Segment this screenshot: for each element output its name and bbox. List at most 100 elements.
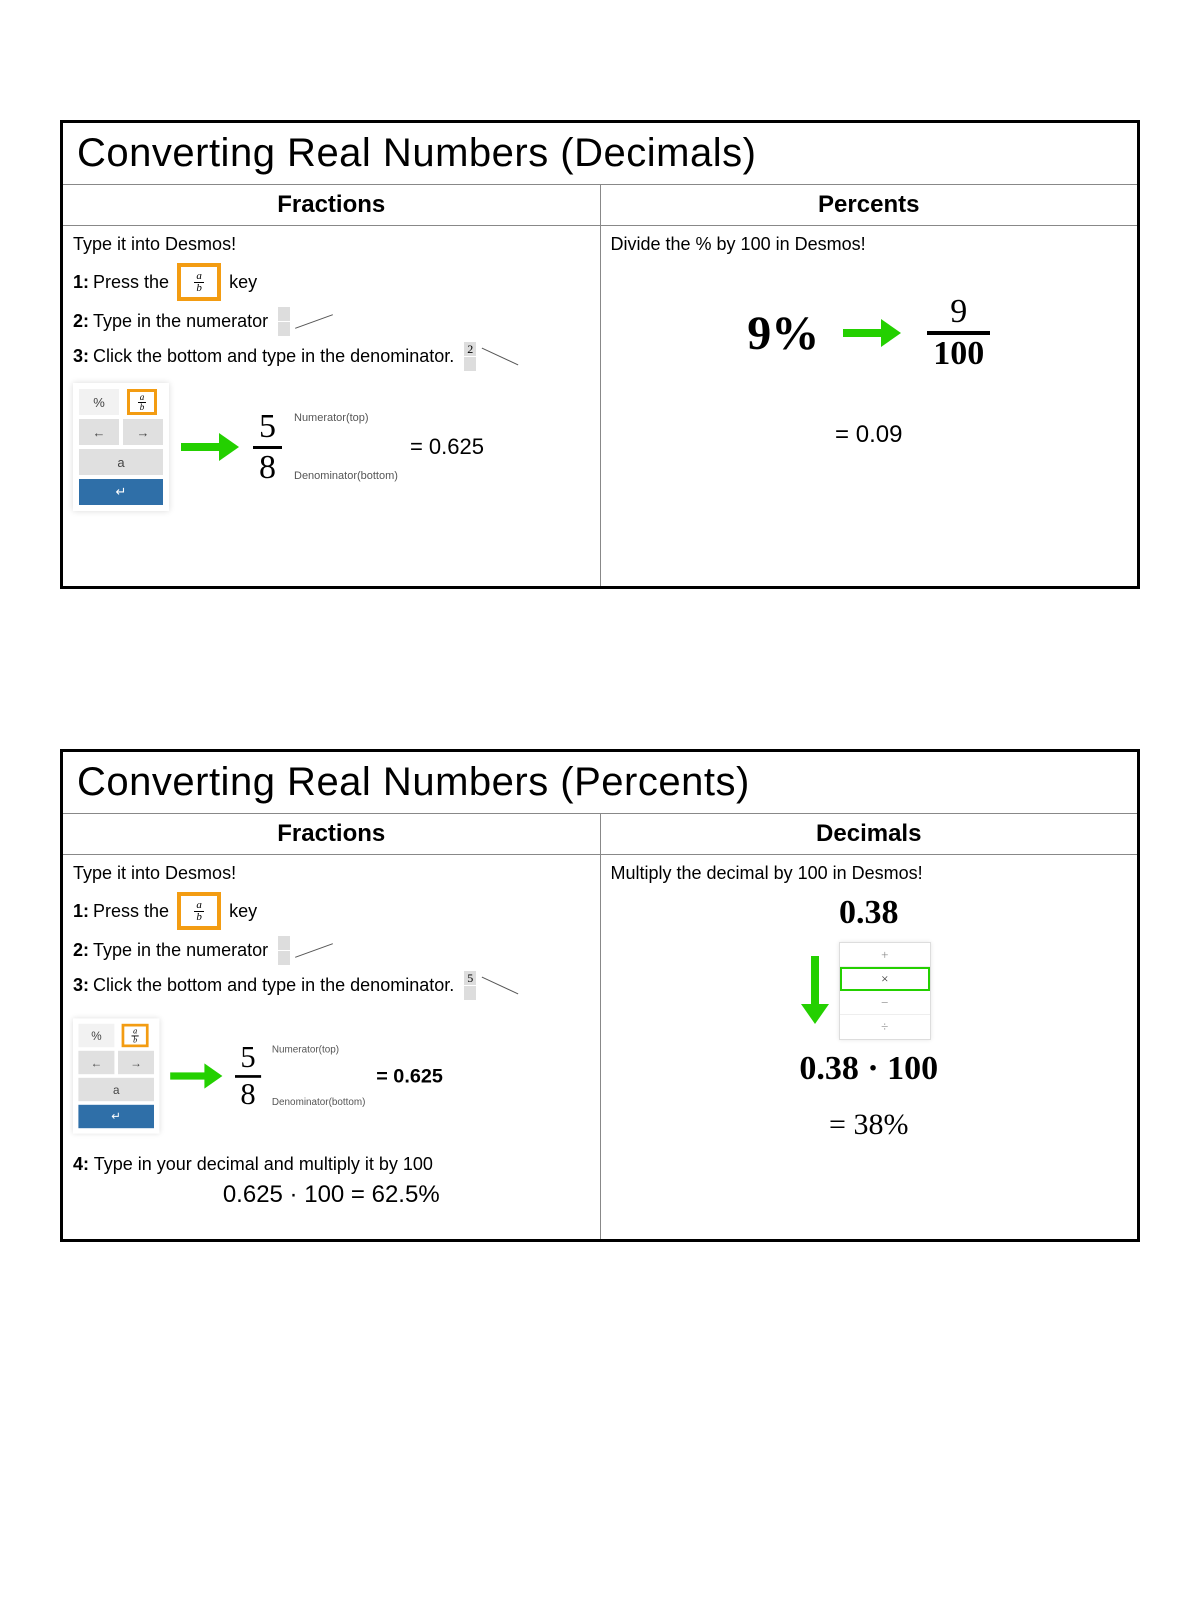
col-header-fractions: Fractions xyxy=(63,814,600,855)
fraction-annotations: Numerator(top) Denominator(bottom) xyxy=(272,1045,366,1108)
keypad-fraction-key: a b xyxy=(122,1024,149,1047)
step-text-after: key xyxy=(229,272,257,293)
card-title: Converting Real Numbers (Percents) xyxy=(63,752,1137,814)
keypad-arrow-left-key: ← xyxy=(78,1051,114,1074)
fraction-key-icon: a b xyxy=(177,892,221,930)
col-header-percents: Percents xyxy=(601,185,1138,226)
col-decimals: Decimals Multiply the decimal by 100 in … xyxy=(601,814,1138,1239)
card-percents: Converting Real Numbers (Percents) Fract… xyxy=(60,749,1140,1242)
numerator-cell: 2 xyxy=(464,342,476,356)
denominator-label: Denominator(bottom) xyxy=(294,470,398,482)
example-fraction: 5 8 xyxy=(253,410,282,485)
step-text-after: key xyxy=(229,901,257,922)
step-num: 4: xyxy=(73,1154,89,1174)
multiplication-expression: 0.38 · 100 xyxy=(799,1050,938,1088)
step-2: 2: Type in the numerator xyxy=(73,307,590,336)
step-4-equation: 0.625 · 100 = 62.5% xyxy=(73,1181,590,1209)
keypad-arrow-left-key: ← xyxy=(79,419,119,445)
arrow-right-icon xyxy=(181,439,241,455)
result-value: = 0.625 xyxy=(410,434,484,460)
pointer-arrow-icon xyxy=(482,977,519,995)
col-fractions: Fractions Type it into Desmos! 1: Press … xyxy=(63,814,601,1239)
numerator-label: Numerator(top) xyxy=(294,412,398,424)
result-value: = 0.09 xyxy=(611,421,1128,449)
numerator-cell xyxy=(278,936,290,950)
decimal-flow: 0.38 + × − ÷ 0.38 · 100 = 38% xyxy=(611,894,1128,1142)
numerator-cell: 5 xyxy=(464,971,476,985)
op-minus: − xyxy=(840,991,930,1015)
keypad-enter-key: ↵ xyxy=(78,1105,154,1128)
frac-key-b: b xyxy=(194,283,204,294)
step-num: 3: xyxy=(73,346,89,367)
columns: Fractions Type it into Desmos! 1: Press … xyxy=(63,185,1137,586)
keypad-a-key: a xyxy=(78,1078,154,1101)
desmos-keypad: % a b ← → a xyxy=(73,383,169,511)
mini-fraction-input-icon: 2 xyxy=(464,342,476,371)
denominator-cell xyxy=(278,951,290,965)
col-body: Type it into Desmos! 1: Press the a b ke… xyxy=(63,226,600,586)
keypad-arrow-right-key: → xyxy=(118,1051,154,1074)
intro-text: Divide the % by 100 in Desmos! xyxy=(611,234,1128,255)
op-plus: + xyxy=(840,943,930,967)
card-decimals: Converting Real Numbers (Decimals) Fract… xyxy=(60,120,1140,589)
step-text: Press the xyxy=(93,901,169,922)
arrow-down-icon xyxy=(807,956,823,1026)
fraction-numerator: 5 xyxy=(253,410,282,446)
card-title: Converting Real Numbers (Decimals) xyxy=(63,123,1137,185)
step-num: 1: xyxy=(73,272,89,293)
numerator-cell xyxy=(278,307,290,321)
op-times-selected: × xyxy=(840,967,930,991)
decimal-value: 0.38 xyxy=(839,894,899,932)
result-value: = 0.625 xyxy=(376,1064,443,1087)
pointer-arrow-icon xyxy=(482,348,519,366)
keypad-example-row: % a b ← → a xyxy=(73,1018,538,1133)
step-1: 1: Press the a b key xyxy=(73,263,590,301)
denominator-cell xyxy=(464,357,476,371)
mini-fraction-input-icon xyxy=(278,307,290,336)
col-header-fractions: Fractions xyxy=(63,185,600,226)
step-1: 1: Press the a b key xyxy=(73,892,590,930)
denominator-cell xyxy=(278,322,290,336)
step-2: 2: Type in the numerator xyxy=(73,936,590,965)
col-percents: Percents Divide the % by 100 in Desmos! … xyxy=(601,185,1138,586)
step-text: Click the bottom and type in the denomin… xyxy=(93,975,454,996)
fraction-annotations: Numerator(top) Denominator(bottom) xyxy=(294,412,398,482)
step-num: 2: xyxy=(73,311,89,332)
step-3: 3: Click the bottom and type in the deno… xyxy=(73,971,590,1000)
keypad-enter-key: ↵ xyxy=(79,479,163,505)
result-value: = 38% xyxy=(829,1108,908,1142)
keypad-a-key: a xyxy=(79,449,163,475)
step-text: Type in the numerator xyxy=(93,311,268,332)
denominator-label: Denominator(bottom) xyxy=(272,1097,366,1108)
keypad-example-row: % a b ← → a xyxy=(73,383,590,511)
col-body: Divide the % by 100 in Desmos! 9% 9 100 … xyxy=(601,226,1138,586)
col-body: Type it into Desmos! 1: Press the a b ke… xyxy=(63,855,600,1239)
frac-key-a: a xyxy=(194,271,204,283)
col-fractions: Fractions Type it into Desmos! 1: Press … xyxy=(63,185,601,586)
arrow-right-icon xyxy=(170,1069,224,1083)
step-text: Type in your decimal and multiply it by … xyxy=(94,1154,433,1174)
keypad-arrow-right-key: → xyxy=(123,419,163,445)
keypad-fraction-key: a b xyxy=(127,389,157,415)
example-fraction: 9 100 xyxy=(927,295,990,371)
op-divide: ÷ xyxy=(840,1015,930,1039)
columns: Fractions Type it into Desmos! 1: Press … xyxy=(63,814,1137,1239)
step-4: 4: Type in your decimal and multiply it … xyxy=(73,1154,590,1175)
denominator-cell xyxy=(464,986,476,1000)
pointer-arrow-icon xyxy=(295,943,333,958)
fraction-numerator: 9 xyxy=(944,295,973,331)
intro-text: Type it into Desmos! xyxy=(73,863,590,884)
desmos-keypad: % a b ← → a xyxy=(73,1018,159,1133)
mini-fraction-input-icon xyxy=(278,936,290,965)
fraction-key-icon: a b xyxy=(177,263,221,301)
numerator-label: Numerator(top) xyxy=(272,1045,366,1056)
fraction-denominator: 100 xyxy=(927,331,990,371)
step-text: Press the xyxy=(93,272,169,293)
pointer-arrow-icon xyxy=(295,314,333,329)
step-3: 3: Click the bottom and type in the deno… xyxy=(73,342,590,371)
step-text: Type in the numerator xyxy=(93,940,268,961)
operation-picker: + × − ÷ xyxy=(839,942,931,1040)
intro-text: Multiply the decimal by 100 in Desmos! xyxy=(611,863,1128,884)
percent-value: 9% xyxy=(747,306,819,361)
step-num: 3: xyxy=(73,975,89,996)
